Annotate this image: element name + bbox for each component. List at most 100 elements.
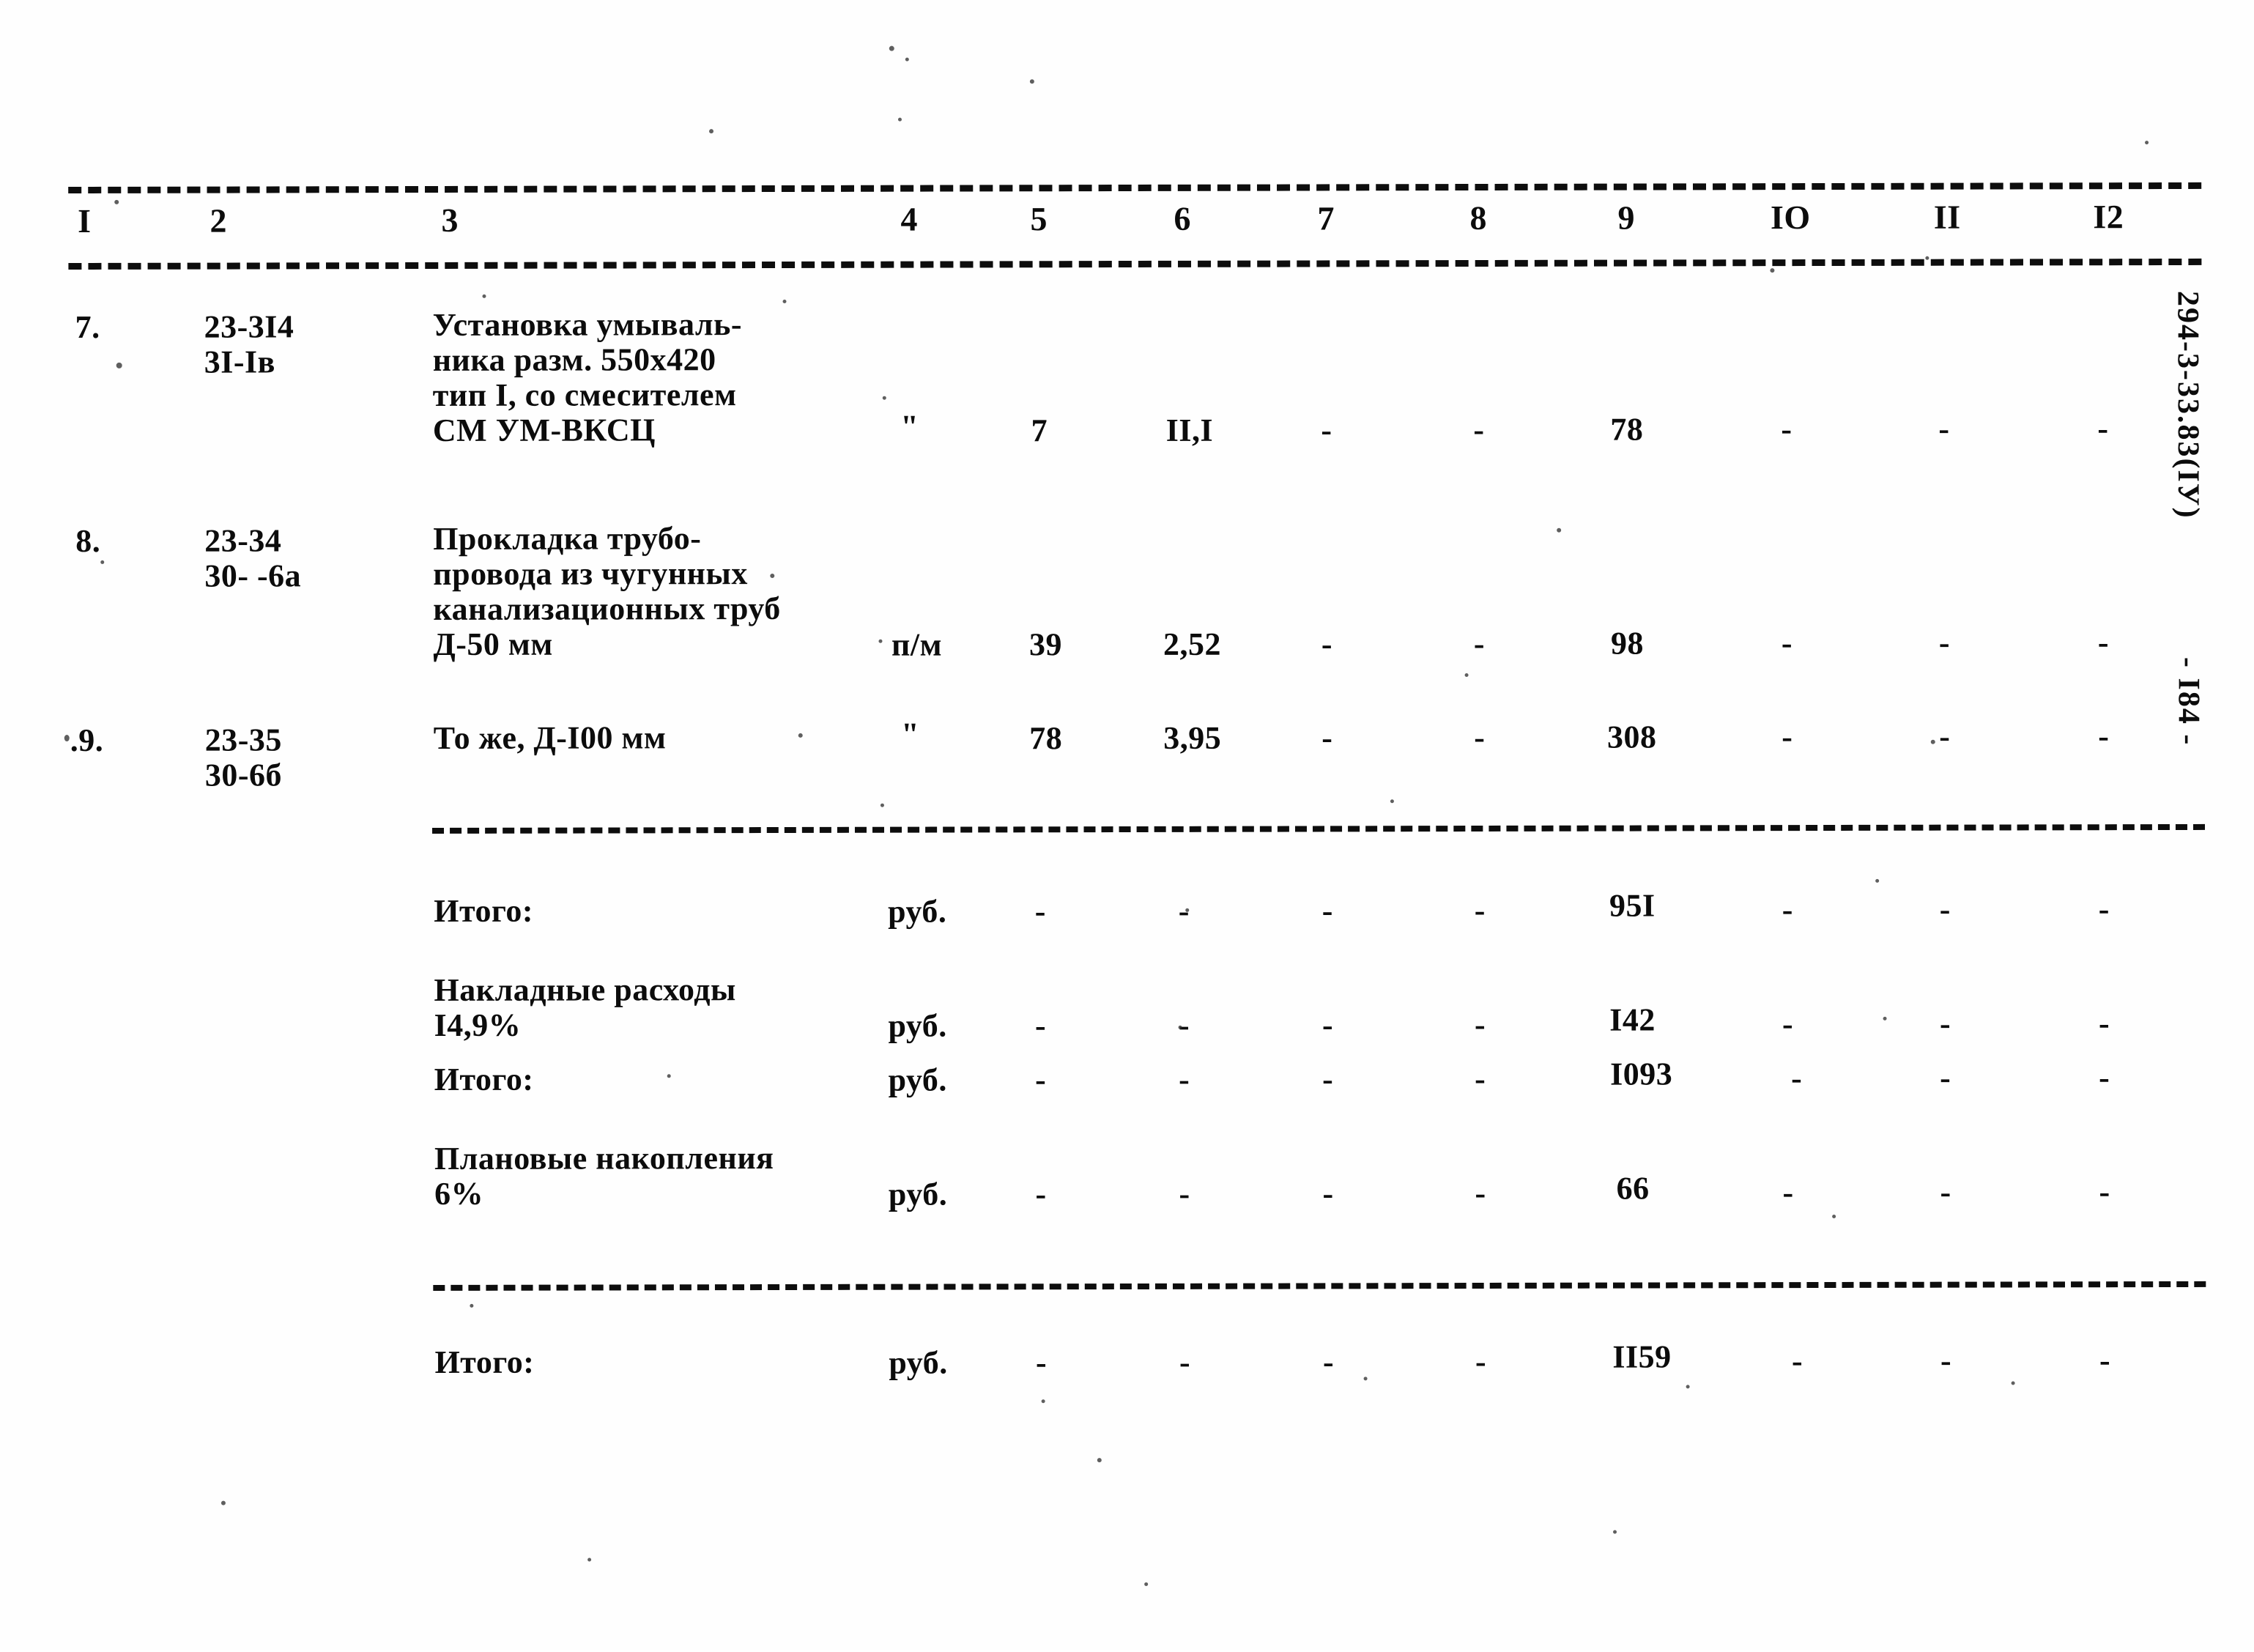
table-row-9-col6: 3,95 xyxy=(1163,719,1222,756)
summary-row-1-col5: - xyxy=(1034,893,1046,930)
summary-row-3-col12: - xyxy=(2099,1059,2110,1096)
table-row-7-col5: 7 xyxy=(1031,412,1048,449)
scan-speck xyxy=(1464,673,1469,678)
table-row-7-description-line-1: Установка умываль- xyxy=(432,306,743,343)
scan-speck xyxy=(482,294,486,298)
table-row-9-col10: - xyxy=(1782,719,1793,755)
table-row-7-col10: - xyxy=(1781,411,1793,448)
table-row-7-col6: II,I xyxy=(1165,412,1214,448)
scan-speck xyxy=(116,362,122,368)
table-row-8-description-line-1: Прокладка трубо- xyxy=(433,520,702,557)
table-row-8-description-line-2: провода из чугунных xyxy=(433,555,748,592)
table-row-8-col12: - xyxy=(2097,624,2110,661)
table-row-8-col10: - xyxy=(1781,625,1793,662)
table-row-7-description-line-4: СМ УМ-ВКСЦ xyxy=(432,412,656,448)
scan-speck xyxy=(1883,1016,1887,1021)
scan-speck xyxy=(1770,268,1775,273)
summary-row-2-col8: - xyxy=(1474,1006,1486,1043)
column-header-12: I2 xyxy=(2093,198,2124,236)
summary-row-2-label-line-2: I4,9% xyxy=(434,1007,522,1043)
table-row-8-code-line-1: 23-34 xyxy=(204,522,282,559)
scanned-page: I 2 3 4 5 6 7 8 9 IO II I2 7. 23-3I4 3I-… xyxy=(0,0,2254,1650)
side-page-marker: - I84 - xyxy=(2171,656,2206,747)
table-row-8-code-line-2: 30- -6а xyxy=(204,558,302,594)
summary-row-4-col8: - xyxy=(1475,1174,1486,1212)
summary-row-2-col7: - xyxy=(1321,1007,1334,1043)
table-row-8-col8: - xyxy=(1473,625,1486,662)
summary-row-1-col9: 95I xyxy=(1609,887,1656,924)
table-row-8-col6: 2,52 xyxy=(1163,626,1222,662)
table-row-8-description-line-4: Д-50 мм xyxy=(433,626,553,662)
summary-row-3-unit: руб. xyxy=(888,1062,947,1098)
scan-speck xyxy=(114,199,119,204)
scan-speck xyxy=(2145,141,2149,145)
scan-speck xyxy=(1178,1025,1182,1029)
summary-row-1-col8: - xyxy=(1474,892,1486,929)
scan-speck xyxy=(1390,799,1394,804)
table-row-7-col11: - xyxy=(1938,410,1950,447)
scan-speck xyxy=(1097,1458,1102,1463)
column-header-6: 6 xyxy=(1174,199,1192,237)
grand-total-unit: руб. xyxy=(889,1344,948,1381)
summary-row-1-col10: - xyxy=(1782,892,1793,928)
table-row-8-col9: 98 xyxy=(1610,625,1645,662)
grand-total-col12: - xyxy=(2099,1342,2111,1379)
table-row-9-col5: 78 xyxy=(1029,720,1063,757)
summary-row-1-unit: руб. xyxy=(888,893,947,930)
column-header-2: 2 xyxy=(210,201,228,240)
scan-speck xyxy=(897,117,902,122)
summary-row-4-label-line-1: Плановые накопления xyxy=(434,1140,774,1177)
summary-row-3-col7: - xyxy=(1322,1061,1334,1097)
table-row-7-col9: 78 xyxy=(1610,411,1644,448)
grand-total-col7: - xyxy=(1322,1344,1335,1380)
summary-row-2-col10: - xyxy=(1782,1006,1794,1042)
scan-speck xyxy=(667,1074,671,1078)
summary-row-2-label-line-1: Накладные расходы xyxy=(434,971,736,1008)
summary-row-4-col10: - xyxy=(1782,1174,1794,1211)
scan-speck xyxy=(220,1500,226,1505)
table-row-9-col12: - xyxy=(2098,718,2110,755)
table-row-9-col7: - xyxy=(1321,719,1333,756)
scan-speck xyxy=(782,299,787,303)
summary-row-4-col11: - xyxy=(1940,1174,1951,1210)
scan-speck xyxy=(1041,1399,1045,1404)
column-header-9: 9 xyxy=(1617,199,1636,237)
summary-row-2-col5: - xyxy=(1034,1007,1047,1044)
summary-row-4-unit: руб. xyxy=(888,1176,948,1212)
scan-speck xyxy=(1144,1582,1149,1586)
scan-speck xyxy=(1363,1377,1368,1381)
summary-row-2-col12: - xyxy=(2098,1005,2110,1042)
scan-speck xyxy=(878,639,883,643)
summary-row-3-col8: - xyxy=(1475,1060,1486,1097)
summary-top-rule xyxy=(432,823,2206,834)
scan-speck xyxy=(889,45,894,51)
scan-speck xyxy=(1925,256,1929,260)
scan-speck xyxy=(1029,79,1034,84)
scan-speck xyxy=(64,735,70,742)
grand-total-top-rule xyxy=(433,1281,2206,1291)
scan-speck xyxy=(798,733,803,738)
column-header-4: 4 xyxy=(900,200,919,238)
table-top-rule xyxy=(68,182,2202,194)
scan-speck xyxy=(882,396,886,400)
summary-row-4-col5: - xyxy=(1035,1176,1047,1212)
scan-speck xyxy=(470,1303,474,1308)
scan-speck xyxy=(2011,1381,2015,1385)
summary-row-4-label-line-2: 6% xyxy=(434,1175,484,1212)
summary-row-1-col7: - xyxy=(1321,892,1333,929)
summary-row-4-col7: - xyxy=(1322,1175,1334,1212)
table-row-8-col5: 39 xyxy=(1028,626,1063,663)
table-row-9-description-line-1: То же, Д-I00 мм xyxy=(433,719,667,756)
summary-row-3-col6: - xyxy=(1179,1061,1190,1097)
table-row-7-col8: - xyxy=(1473,411,1485,448)
scan-speck xyxy=(905,57,909,62)
table-row-8-col11: - xyxy=(1938,624,1951,661)
summary-row-3-col10: - xyxy=(1791,1060,1803,1097)
table-row-9-col9: 308 xyxy=(1606,719,1657,755)
table-row-7-unit: " xyxy=(900,408,919,445)
summary-row-3-col9: I093 xyxy=(1610,1056,1673,1092)
scan-speck xyxy=(880,803,884,807)
grand-total-label: Итого: xyxy=(434,1344,535,1380)
grand-total-col6: - xyxy=(1179,1344,1191,1380)
table-row-9-code-line-1: 23-35 xyxy=(204,722,282,758)
